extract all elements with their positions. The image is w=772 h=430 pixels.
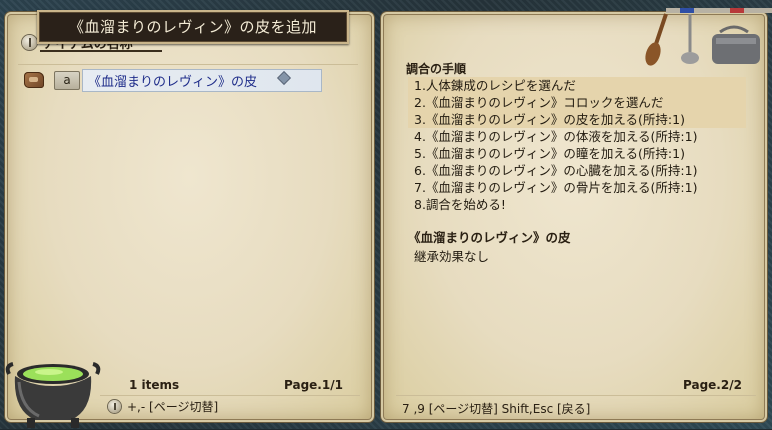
grade-badge: a <box>54 71 80 90</box>
recipe-step: 2.《血溜まりのレヴィン》コロックを選んだ <box>408 94 746 111</box>
recipe-steps: 1.人体錬成のレシピを選んだ 2.《血溜まりのレヴィン》コロックを選んだ 3.《… <box>408 77 746 213</box>
page-indicator-right: Page.2/2 <box>683 378 742 392</box>
item-detail-text: 継承効果なし <box>414 249 490 264</box>
page-indicator-left: Page.1/1 <box>284 378 343 392</box>
recipe-step: 6.《血溜まりのレヴィン》の心臓を加える(所持:1) <box>414 163 698 178</box>
footer-divider-right <box>396 395 756 396</box>
navigation-hint: 7 ,9 [ページ切替] Shift,Esc [戻る] <box>402 402 591 416</box>
recipe-step: 1.人体錬成のレシピを選んだ <box>408 77 746 94</box>
recipe-step: 7.《血溜まりのレヴィン》の骨片を加える(所持:1) <box>414 180 698 195</box>
page-switch-hint: +,- [ページ切替] <box>108 398 218 415</box>
cooking-utensils-icon <box>645 8 772 66</box>
items-count: 1 items <box>129 378 180 392</box>
list-divider <box>18 64 358 65</box>
item-detail-title: 《血溜まりのレヴィン》の皮 <box>408 230 571 245</box>
footer-divider-left <box>100 395 360 396</box>
list-item[interactable]: a 《血溜まりのレヴィン》の皮 <box>24 69 334 92</box>
item-name[interactable]: 《血溜まりのレヴィン》の皮 <box>88 71 257 90</box>
header-underline <box>40 50 162 52</box>
steps-title: 調合の手順 <box>406 62 467 76</box>
cauldron-icon <box>5 362 101 428</box>
hint-circle-icon <box>108 400 121 413</box>
recipe-step: 5.《血溜まりのレヴィン》の瞳を加える(所持:1) <box>414 146 685 161</box>
recipe-step: 8.調合を始める! <box>414 197 506 212</box>
leather-bag-icon <box>24 72 44 88</box>
window-title: 《血溜まりのレヴィン》の皮を追加 <box>37 10 349 44</box>
page-switch-hint-text: +,- [ページ切替] <box>127 400 219 414</box>
recipe-step: 3.《血溜まりのレヴィン》の皮を加える(所持:1) <box>408 111 746 128</box>
info-circle-icon <box>22 35 37 50</box>
recipe-step: 4.《血溜まりのレヴィン》の体液を加える(所持:1) <box>414 129 698 144</box>
